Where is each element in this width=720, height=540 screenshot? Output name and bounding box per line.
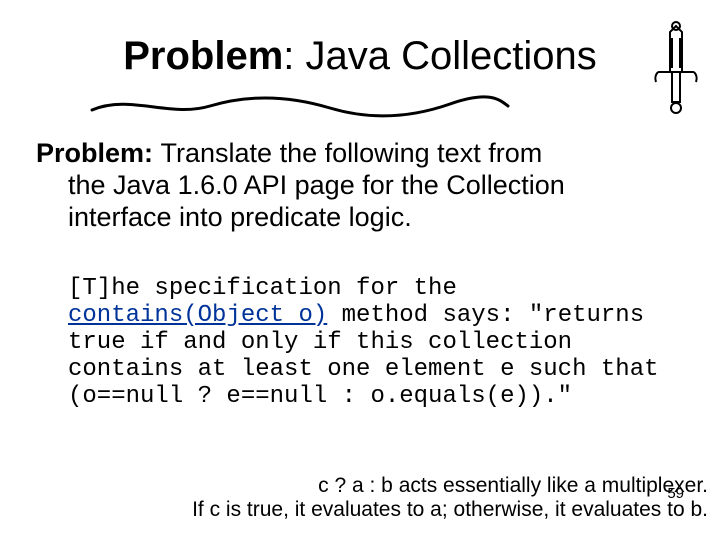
- slide: Problem: Java Collections Problem: Trans…: [0, 0, 720, 540]
- title-bold: Problem: [123, 34, 283, 78]
- problem-line2: the Java 1.6.0 API page for the Collecti…: [68, 170, 684, 202]
- code-seg1: [T]he specification for the: [68, 275, 457, 302]
- code-quote: [T]he specification for the contains(Obj…: [68, 276, 660, 410]
- footnote-line2: If c is true, it evaluates to a; otherwi…: [0, 498, 708, 522]
- footnote-line1: c ? a : b acts essentially like a multip…: [0, 474, 708, 498]
- footnote: c ? a : b acts essentially like a multip…: [0, 474, 708, 522]
- sword-icon: [648, 18, 704, 118]
- problem-line3: interface into predicate logic.: [68, 202, 684, 234]
- underline-squiggle-icon: [90, 92, 510, 120]
- problem-line1: Translate the following text from: [161, 138, 543, 168]
- code-link[interactable]: contains(Object o): [68, 302, 327, 329]
- problem-statement: Problem: Translate the following text fr…: [36, 138, 684, 234]
- title-rest: : Java Collections: [283, 34, 596, 78]
- slide-title: Problem: Java Collections: [0, 34, 720, 79]
- problem-label: Problem:: [36, 138, 161, 168]
